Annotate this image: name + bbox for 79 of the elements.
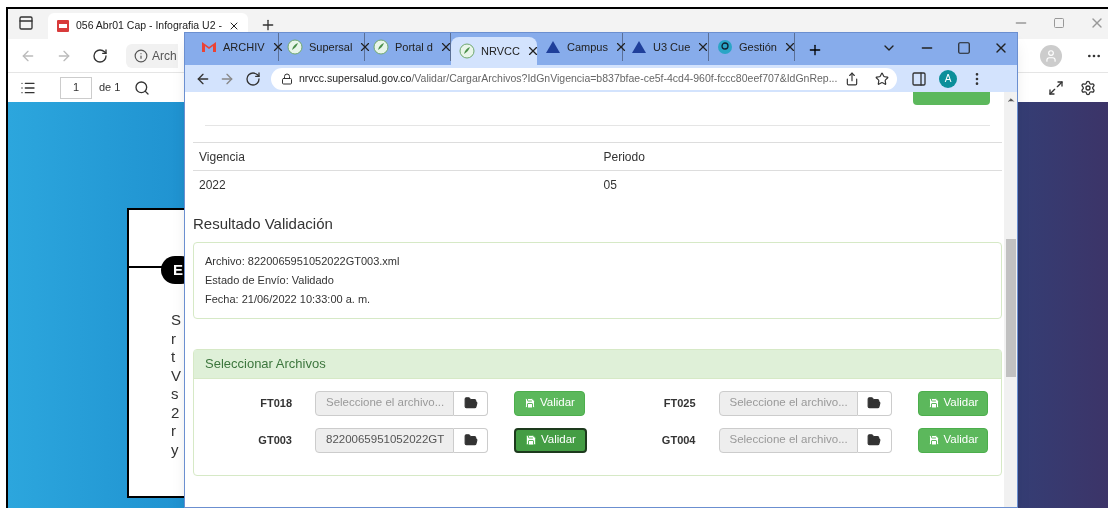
folder-icon	[867, 396, 881, 410]
new-tab-icon[interactable]	[807, 42, 823, 58]
info-icon	[134, 48, 148, 63]
document-text: S	[171, 311, 181, 330]
tab-title: NRVCC	[481, 43, 520, 59]
document-text: s	[171, 385, 180, 404]
leaf-icon	[459, 43, 475, 59]
browse-button[interactable]	[454, 427, 488, 453]
file-label: FT018	[259, 395, 292, 411]
leaf-icon	[373, 39, 389, 55]
address-text: Arch	[152, 47, 177, 65]
browser-tab[interactable]: Campus	[537, 33, 623, 61]
folder-icon	[867, 433, 881, 447]
reload-icon[interactable]	[92, 47, 108, 64]
address-bar[interactable]: Arch	[126, 43, 178, 68]
document-text: 2	[171, 403, 181, 422]
column-header: Vigencia	[198, 148, 246, 166]
result-line: Estado de Envío: Validado	[205, 272, 335, 288]
tab-title: Campus	[567, 39, 608, 55]
table-cell-text: 2022	[198, 177, 227, 194]
document-text: V	[171, 366, 181, 385]
expand-icon[interactable]	[1048, 79, 1064, 96]
ring-icon	[717, 39, 733, 55]
url-text: nrvcc.supersalud.gov.co/Validar/CargarArchivos?IdGnVigencia=b837bfae-ce5f-4cd4-960f-fccc80eef707&IdGnRep...	[299, 70, 838, 86]
browser-tab[interactable]: Supersal	[279, 33, 365, 61]
result-line: Fecha: 21/06/2022 10:33:00 a. m.	[205, 291, 372, 307]
triangle-icon	[545, 39, 561, 55]
reload-icon[interactable]	[245, 70, 261, 87]
search-icon[interactable]	[134, 79, 151, 96]
folder-icon	[463, 396, 478, 410]
table-cell-text: 05	[602, 177, 618, 194]
browse-button[interactable]	[857, 390, 892, 416]
page-count: de 1	[99, 80, 121, 96]
scrollbar-thumb[interactable]	[1005, 239, 1016, 377]
result-line: Archivo: 8220065951052022GT003.xml	[205, 253, 401, 269]
bookmark-star-icon[interactable]	[875, 71, 889, 86]
browser-tab[interactable]: ARCHIV	[193, 33, 279, 61]
panel-title: Seleccionar Archivos	[205, 354, 326, 373]
browser-tab[interactable]: 056 Abr01 Cap - Infografia U2 -	[48, 13, 248, 39]
browser-tab[interactable]: U3 Cue	[623, 33, 709, 61]
tab-title: Gestión	[739, 39, 777, 55]
document-text: y	[171, 440, 180, 459]
browse-button[interactable]	[857, 427, 892, 453]
lock-icon	[281, 72, 293, 85]
page-number-field[interactable]: 1	[60, 76, 92, 99]
folder-icon	[463, 433, 478, 447]
browse-button[interactable]	[454, 390, 488, 416]
share-icon[interactable]	[845, 71, 859, 86]
new-tab-icon[interactable]	[260, 17, 276, 33]
triangle-icon	[631, 39, 647, 55]
document-text: r	[171, 329, 177, 348]
column-header: Periodo	[602, 148, 646, 166]
envelope-icon	[201, 39, 217, 55]
address-bar[interactable]: nrvcc.supersalud.gov.co/Validar/CargarArchivos?IdGnVigencia=b837bfae-ce5f-4cd4-960f-fccc80eef707&IdGnRep...	[271, 67, 897, 90]
maximize-icon[interactable]	[1053, 17, 1065, 29]
browser-tab[interactable]: NRVCC	[451, 37, 537, 65]
settings-icon[interactable]	[1080, 79, 1096, 96]
tab-title: ARCHIV	[223, 39, 265, 55]
side-panel-icon[interactable]	[911, 70, 927, 87]
leaf-icon	[287, 39, 303, 55]
tab-title: U3 Cue	[653, 39, 691, 55]
browser-tab[interactable]: Portal d	[365, 33, 451, 61]
file-input[interactable]: 8220065951052022GT	[315, 427, 454, 453]
user-icon	[1044, 48, 1058, 63]
file-label: FT025	[662, 395, 696, 411]
scroll-up-icon[interactable]	[1005, 95, 1016, 105]
tab-title: Portal d	[395, 39, 433, 55]
document-text: r	[171, 422, 177, 441]
section-title: Resultado Validación	[193, 214, 334, 234]
maximize-icon[interactable]	[957, 41, 971, 55]
file-label: GT003	[257, 432, 292, 448]
tab-title: Supersal	[309, 39, 353, 55]
file-label: GT004	[660, 432, 696, 448]
profile-avatar[interactable]: A	[939, 69, 957, 88]
browser-tab[interactable]: Gestión	[709, 33, 795, 61]
close-icon[interactable]	[228, 20, 240, 32]
tab-title: 056 Abr01 Cap - Infografia U2 -	[76, 18, 222, 34]
document-text: t	[171, 348, 177, 367]
tab-actions-icon[interactable]	[18, 15, 34, 31]
